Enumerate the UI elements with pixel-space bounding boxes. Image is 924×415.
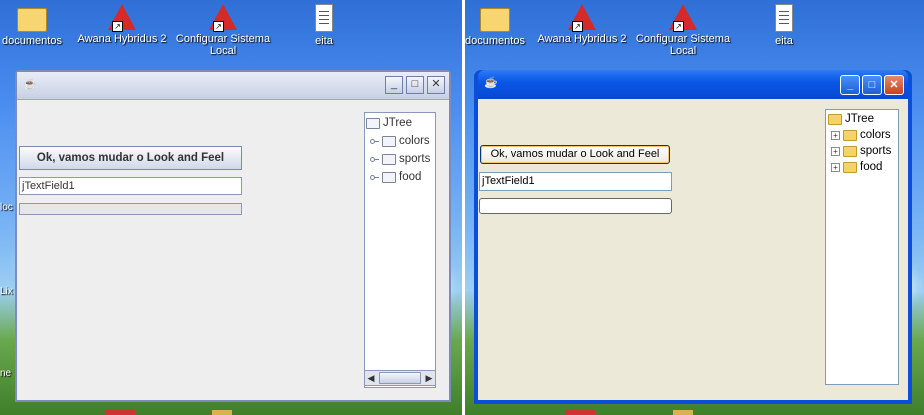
java-cup-icon: ☕ [484,77,498,89]
desktop-icon-documentos[interactable]: documentos [0,4,82,47]
side-label: loc [0,202,13,213]
expand-handle-icon[interactable] [370,155,379,164]
configurar-icon: ↗ [669,4,697,32]
folder-icon [828,113,842,125]
desktop-icon-eita[interactable]: eita [274,4,374,47]
document-icon [775,4,793,32]
expand-plus-icon[interactable]: + [831,146,840,156]
window-content: Ok, vamos mudar o Look and Feel jTextFie… [478,99,908,400]
folder-icon [843,145,857,157]
close-icon[interactable]: ✕ [884,75,904,95]
window-titlebar[interactable]: ☕ _ □ ✕ [478,70,908,99]
maximize-icon[interactable]: □ [862,75,882,95]
desktop-icon-label: eita [315,35,333,47]
folder-icon [17,8,47,32]
maximize-icon[interactable]: □ [406,76,424,94]
desktop-icon-configurar[interactable]: ↗ Configurar Sistema Local [173,4,273,57]
desktop-icon-configurar[interactable]: ↗ Configurar Sistema Local [633,4,733,57]
tree-root[interactable]: JTree [828,111,874,127]
configurar-icon: ↗ [209,4,237,32]
desktop-icon-label: documentos [465,35,525,47]
folder-icon [843,129,857,141]
metal-screenshot: documentos ↗ Awana Hybridus 2 ↗ Configur… [0,0,462,415]
desktop-icon-label: Awana Hybridus 2 [537,33,627,45]
expand-plus-icon[interactable]: + [831,162,840,172]
document-icon [315,4,333,32]
taskbar-strip [565,410,595,415]
tree-node-label: JTree [845,113,874,125]
awana-icon: ↗ [568,4,596,32]
scroll-right-icon[interactable]: ▶ [424,373,434,383]
desktop-icon-label: documentos [2,35,62,47]
metal-window: ☕ _ □ ✕ Ok, vamos mudar o Look and Feel … [15,70,451,402]
taskbar-strip [212,410,232,415]
awana-icon: ↗ [108,4,136,32]
expand-handle-icon[interactable] [370,137,379,146]
desktop-icon-label: eita [775,35,793,47]
tree-node-label: sports [399,153,431,165]
expand-plus-icon[interactable]: + [831,130,840,140]
desktop-icon-eita[interactable]: eita [734,4,834,47]
folder-icon [480,8,510,32]
expand-handle-icon[interactable] [370,173,379,182]
window-controls: _ □ ✕ [385,76,445,94]
text-field[interactable]: jTextField1 [19,177,242,195]
change-look-and-feel-button[interactable]: Ok, vamos mudar o Look and Feel [19,146,242,170]
tree-node-label: JTree [383,117,412,129]
jtree[interactable]: JTree + colors + sports + food [825,109,899,385]
tree-node-label: food [399,171,422,183]
tree-node-label: food [860,161,883,173]
window-controls: _ □ ✕ [840,75,904,95]
taskbar-strip [673,410,693,415]
window-titlebar[interactable]: ☕ _ □ ✕ [17,72,449,100]
progress-bar [19,203,242,215]
tree-node-food[interactable]: + food [831,159,882,175]
change-look-and-feel-button[interactable]: Ok, vamos mudar o Look and Feel [480,145,670,164]
tree-root[interactable]: JTree [366,115,412,131]
side-label: Lix [0,286,13,297]
folder-icon [382,153,396,165]
desktop-icon-awana[interactable]: ↗ Awana Hybridus 2 [532,4,632,45]
tree-node-sports[interactable]: sports [370,151,430,167]
tree-node-sports[interactable]: + sports [831,143,891,159]
minimize-icon[interactable]: _ [385,76,403,94]
tree-node-colors[interactable]: colors [370,133,430,149]
horizontal-scrollbar[interactable]: ◀ ▶ [364,370,436,386]
text-field[interactable]: jTextField1 [479,172,672,191]
desktop-icon-label: Configurar Sistema Local [175,33,271,57]
tree-node-food[interactable]: food [370,169,421,185]
folder-icon [366,117,380,129]
desktop-icon-label: Awana Hybridus 2 [77,33,167,45]
progress-bar [479,198,672,214]
jtree[interactable]: JTree colors sports food [364,112,436,388]
tree-node-label: sports [860,145,892,157]
desktop-icon-awana[interactable]: ↗ Awana Hybridus 2 [72,4,172,45]
scroll-left-icon[interactable]: ◀ [366,373,376,383]
window-content: Ok, vamos mudar o Look and Feel jTextFie… [17,100,449,400]
minimize-icon[interactable]: _ [840,75,860,95]
java-cup-icon: ☕ [23,79,37,91]
tree-node-label: colors [860,129,891,141]
tree-node-label: colors [399,135,430,147]
scrollbar-thumb[interactable] [379,372,421,384]
close-icon[interactable]: ✕ [427,76,445,94]
folder-icon [843,161,857,173]
desktop-icon-label: Configurar Sistema Local [635,33,731,57]
taskbar-strip [105,410,135,415]
tree-node-colors[interactable]: + colors [831,127,891,143]
windows-screenshot: documentos ↗ Awana Hybridus 2 ↗ Configur… [465,0,924,415]
folder-icon [382,171,396,183]
xp-window: ☕ _ □ ✕ Ok, vamos mudar o Look and Feel … [474,70,912,404]
side-label: ne [0,368,12,379]
folder-icon [382,135,396,147]
